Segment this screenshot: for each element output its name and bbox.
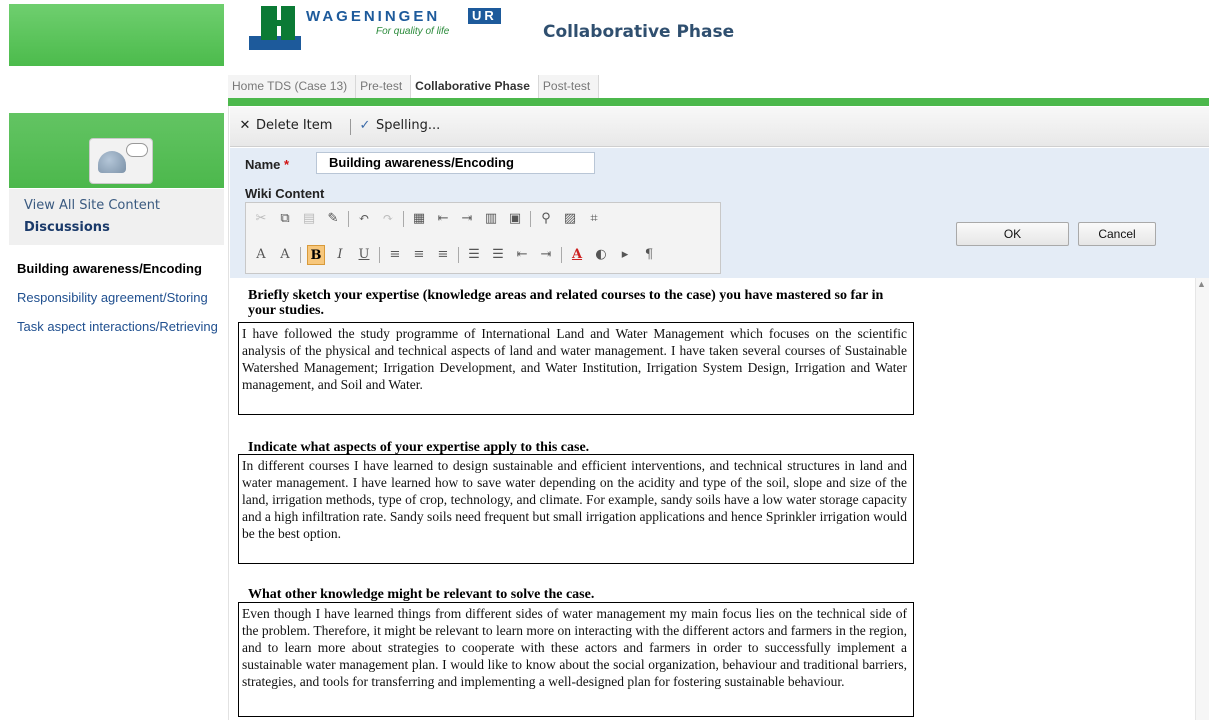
wageningen-logo-icon[interactable]: [243, 6, 301, 50]
answer-3-box[interactable]: Even though I have learned things from d…: [238, 602, 914, 717]
highlight-color-icon[interactable]: ◐: [592, 245, 610, 265]
discussion-site-icon[interactable]: [89, 138, 153, 184]
cancel-button[interactable]: Cancel: [1078, 222, 1156, 246]
brand-tagline: For quality of life: [376, 26, 450, 37]
question-3: What other knowledge might be relevant t…: [248, 587, 595, 602]
rte-separator: [403, 211, 404, 227]
nav-item-building-awareness[interactable]: Building awareness/Encoding: [17, 261, 202, 276]
italic-button[interactable]: I: [331, 245, 349, 265]
spell-check-icon: ✓: [359, 118, 371, 133]
align-left-icon[interactable]: ≡: [386, 245, 404, 265]
ok-button[interactable]: OK: [956, 222, 1069, 246]
ribbon-toolbar: ✕ Delete Item ✓ Spelling...: [230, 107, 1209, 147]
numbered-list-icon[interactable]: ☰: [465, 245, 483, 265]
rte-row-1: ✂ ⧉ ▤ ✎ ↶ ↷ ▦ ⇤ ⇥ ▥ ▣ ⚲ ▨ ⌗: [252, 209, 603, 229]
align-right-icon[interactable]: ≡: [434, 245, 452, 265]
increase-indent-icon[interactable]: ⇥: [537, 245, 555, 265]
answer-1-box[interactable]: I have followed the study programme of I…: [238, 322, 914, 415]
rte-separator: [379, 247, 380, 263]
table-properties-icon[interactable]: ▣: [506, 209, 524, 229]
tab-pre-test[interactable]: Pre-test: [356, 75, 412, 99]
insert-column-right-icon[interactable]: ⇥: [458, 209, 476, 229]
insert-image-icon[interactable]: ▨: [561, 209, 579, 229]
required-marker: *: [284, 157, 290, 172]
delete-x-icon: ✕: [239, 118, 251, 133]
insert-table-icon[interactable]: ▦: [410, 209, 428, 229]
bold-button[interactable]: B: [307, 245, 325, 265]
bulleted-list-icon[interactable]: ☰: [489, 245, 507, 265]
cut-icon[interactable]: ✂: [252, 209, 270, 229]
rte-separator: [300, 247, 301, 263]
html-source-icon[interactable]: ⌗: [585, 209, 603, 229]
underline-button[interactable]: U: [355, 245, 373, 265]
view-all-site-content-link[interactable]: View All Site Content: [24, 198, 160, 213]
nav-item-task-aspect-interactions[interactable]: Task aspect interactions/Retrieving: [17, 319, 218, 334]
undo-icon[interactable]: ↶: [355, 209, 373, 229]
tab-home[interactable]: Home TDS (Case 13): [228, 75, 357, 99]
top-nav-tabs: Home TDS (Case 13) Pre-test Collaborativ…: [228, 75, 600, 99]
delete-item-button[interactable]: ✕ Delete Item: [238, 118, 333, 133]
rte-row-2: A A B I U ≡ ≡ ≡ ☰ ☰ ⇤ ⇥ A ◐ ▸ ¶: [252, 245, 658, 265]
name-input[interactable]: Building awareness/Encoding: [316, 152, 595, 174]
wiki-content-label: Wiki Content: [245, 186, 325, 201]
font-size-icon[interactable]: A: [276, 245, 294, 265]
question-2: Indicate what aspects of your expertise …: [248, 440, 590, 455]
rte-separator: [348, 211, 349, 227]
rte-separator: [458, 247, 459, 263]
rte-separator: [530, 211, 531, 227]
spelling-button[interactable]: ✓ Spelling...: [358, 118, 441, 133]
insert-column-left-icon[interactable]: ⇤: [434, 209, 452, 229]
rtl-icon[interactable]: ¶: [640, 245, 658, 265]
discussions-link[interactable]: Discussions: [24, 220, 110, 235]
scroll-up-arrow-icon[interactable]: ▲: [1197, 279, 1206, 289]
answer-2-box[interactable]: In different courses I have learned to d…: [238, 454, 914, 564]
name-field-label: Name *: [245, 157, 289, 172]
site-title[interactable]: Collaborative Phase: [543, 22, 734, 42]
text-color-icon[interactable]: A: [568, 245, 586, 265]
rich-text-toolbar: ✂ ⧉ ▤ ✎ ↶ ↷ ▦ ⇤ ⇥ ▥ ▣ ⚲ ▨ ⌗ A A B I U ≡ …: [245, 202, 721, 274]
redo-icon[interactable]: ↷: [379, 209, 397, 229]
paste-icon[interactable]: ▤: [300, 209, 318, 229]
rte-separator: [561, 247, 562, 263]
insert-link-icon[interactable]: ⚲: [537, 209, 555, 229]
tab-collaborative-phase[interactable]: Collaborative Phase: [411, 75, 539, 99]
toolbar-separator: [350, 119, 351, 135]
tab-post-test[interactable]: Post-test: [538, 75, 600, 99]
editor-scrollbar[interactable]: [1195, 278, 1209, 720]
delete-item-label: Delete Item: [256, 118, 333, 133]
brand-badge[interactable]: UR: [468, 8, 501, 24]
name-label-text: Name: [245, 157, 281, 172]
table-grid-icon[interactable]: ▥: [482, 209, 500, 229]
brand-name[interactable]: WAGENINGEN: [306, 8, 440, 25]
nav-item-responsibility-agreement[interactable]: Responsibility agreement/Storing: [17, 290, 208, 305]
format-painter-icon[interactable]: ✎: [324, 209, 342, 229]
ltr-icon[interactable]: ▸: [616, 245, 634, 265]
spelling-label: Spelling...: [376, 118, 441, 133]
site-logo-panel: [9, 113, 224, 188]
decrease-indent-icon[interactable]: ⇤: [513, 245, 531, 265]
tab-underline: [228, 98, 1209, 106]
align-center-icon[interactable]: ≡: [410, 245, 428, 265]
copy-icon[interactable]: ⧉: [276, 209, 294, 229]
font-icon[interactable]: A: [252, 245, 270, 265]
header-green-block: [9, 4, 224, 66]
header: WAGENINGEN UR For quality of life Collab…: [0, 0, 1209, 70]
question-1: Briefly sketch your expertise (knowledge…: [248, 288, 884, 318]
left-divider: [228, 106, 229, 720]
